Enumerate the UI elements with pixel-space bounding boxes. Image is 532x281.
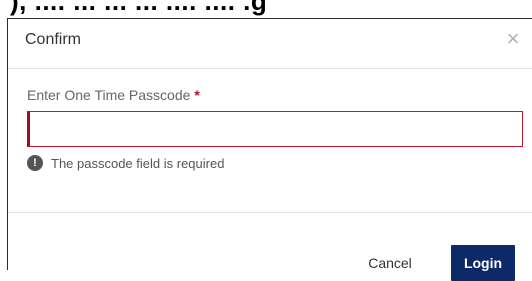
passcode-label-text: Enter One Time Passcode bbox=[27, 87, 191, 103]
dialog-footer-divider bbox=[8, 212, 532, 213]
close-icon[interactable]: × bbox=[502, 28, 524, 50]
passcode-input[interactable] bbox=[27, 111, 523, 147]
error-message: The passcode field is required bbox=[51, 155, 225, 171]
cancel-button[interactable]: Cancel bbox=[365, 251, 415, 275]
required-marker: * bbox=[194, 87, 200, 103]
error-icon: ! bbox=[27, 155, 43, 171]
background-page-strip: ), .... ... ... ... .... .... .g bbox=[0, 0, 532, 17]
dialog-header: Confirm × bbox=[8, 19, 532, 69]
background-partial-text: ), .... ... ... ... .... .... .g bbox=[10, 0, 268, 16]
login-button[interactable]: Login bbox=[451, 245, 515, 281]
passcode-label: Enter One Time Passcode * bbox=[27, 87, 200, 103]
validation-error: ! The passcode field is required bbox=[27, 154, 224, 172]
dialog-title: Confirm bbox=[25, 31, 82, 48]
confirm-dialog: Confirm × Enter One Time Passcode * ! Th… bbox=[7, 18, 532, 281]
